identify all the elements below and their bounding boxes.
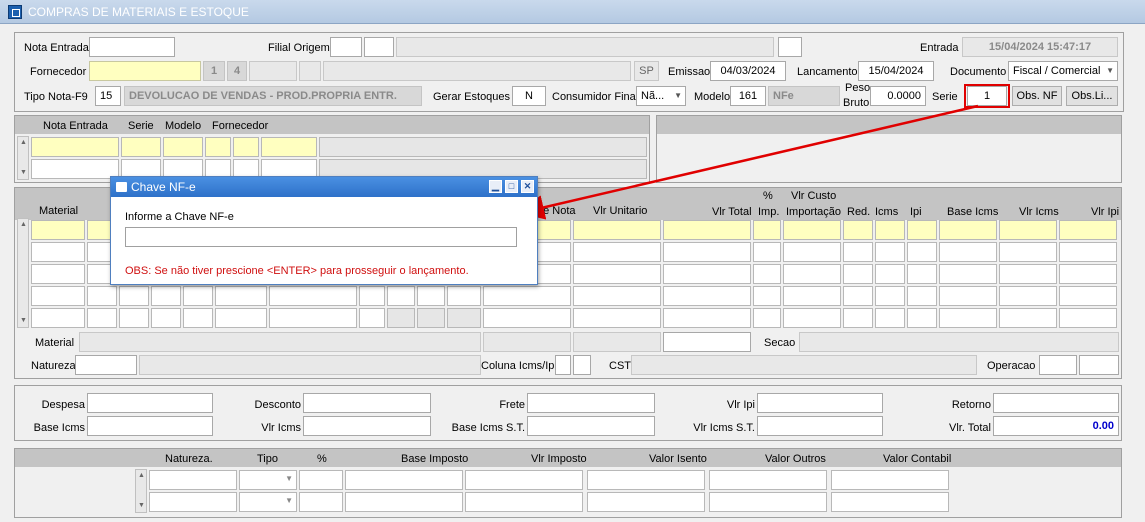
chave-nfe-dialog: Chave NF-e ▁ □ ✕ Informe a Chave NF-e OB…	[110, 176, 538, 285]
dialog-titlebar: Chave NF-e ▁ □ ✕	[111, 177, 537, 197]
close-icon[interactable]: ✕	[521, 180, 534, 193]
dialog-app-icon	[116, 182, 127, 192]
dialog-prompt: Informe a Chave NF-e	[125, 211, 234, 223]
maximize-icon[interactable]: □	[505, 180, 518, 193]
chave-nfe-input[interactable]	[125, 227, 517, 247]
arrow-line	[519, 104, 979, 220]
dialog-obs: OBS: Se não tiver prescione <ENTER> para…	[125, 265, 469, 277]
dialog-title: Chave NF-e	[131, 180, 196, 194]
minimize-icon[interactable]: ▁	[489, 180, 502, 193]
